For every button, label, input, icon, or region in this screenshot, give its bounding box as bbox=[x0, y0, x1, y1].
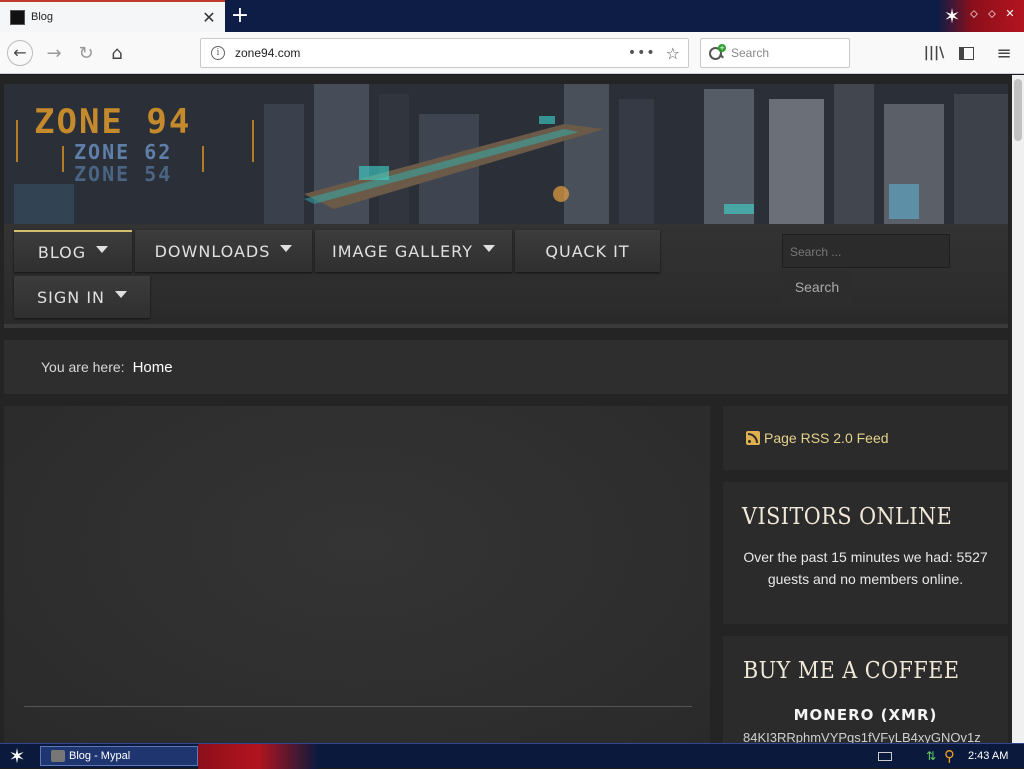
search-placeholder: Search bbox=[731, 46, 770, 60]
coffee-title: BUY ME A COFFEE bbox=[743, 658, 960, 684]
visitors-module: VISITORS ONLINE Over the past 15 minutes… bbox=[723, 482, 1008, 624]
breadcrumb-home-link[interactable]: Home bbox=[133, 359, 173, 376]
back-button[interactable]: ← bbox=[6, 39, 34, 67]
site-logo: ZONE 94 bbox=[34, 102, 192, 142]
url-bar[interactable]: i zone94.com ••• ☆ bbox=[200, 38, 689, 68]
start-menu-icon[interactable]: ✶ bbox=[6, 745, 28, 767]
menu-button[interactable]: ≡ bbox=[990, 39, 1018, 67]
tab-title: Blog bbox=[31, 11, 54, 23]
caret-down-icon bbox=[482, 244, 495, 252]
keyboard-icon[interactable] bbox=[878, 752, 892, 761]
close-tab-icon[interactable]: ✕ bbox=[199, 7, 219, 27]
tab-strip: Blog ✕ + ⬦ ⬦ ✕ ✶ bbox=[0, 0, 1024, 32]
menu-item-image-gallery[interactable]: IMAGE GALLERY bbox=[315, 230, 512, 272]
site-search-placeholder: Search ... bbox=[790, 245, 842, 259]
site-banner[interactable]: ZONE 94 ZONE 62 ZONE 54 bbox=[4, 84, 1008, 224]
star-logo-icon: ✶ bbox=[943, 4, 961, 28]
forward-button[interactable]: → bbox=[40, 39, 68, 67]
search-add-icon: + bbox=[718, 44, 726, 52]
menu-item-quack-it[interactable]: QUACK IT bbox=[515, 230, 660, 272]
site-logo-sub2: ZONE 54 bbox=[74, 162, 173, 186]
coffee-module: BUY ME A COFFEE MONERO (XMR) 84KI3RRphmV… bbox=[723, 636, 1008, 743]
browser-tab[interactable]: Blog ✕ bbox=[0, 0, 225, 32]
menu-item-label: DOWNLOADS bbox=[154, 241, 271, 261]
caret-down-icon bbox=[115, 290, 127, 298]
web-page: ZONE 94 ZONE 62 ZONE 54 BLOG DOWNLOADS I… bbox=[0, 75, 1012, 743]
caret-down-icon bbox=[280, 244, 293, 252]
breadcrumb-label: You are here: bbox=[41, 359, 125, 375]
menu-item-label: IMAGE GALLERY bbox=[332, 241, 473, 261]
clock[interactable]: 2:43 AM bbox=[968, 750, 1008, 762]
menu-item-label: BLOG bbox=[37, 242, 87, 262]
library-icon: |||\ bbox=[923, 45, 945, 61]
sidebar-button[interactable] bbox=[952, 39, 980, 67]
back-arrow-icon: ← bbox=[7, 40, 33, 66]
browser-search-field[interactable]: + Search bbox=[700, 38, 850, 68]
site-search-input[interactable]: Search ... bbox=[782, 234, 950, 268]
rss-module: Page RSS 2.0 Feed bbox=[723, 406, 1008, 470]
main-menu: BLOG DOWNLOADS IMAGE GALLERY QUACK IT SI… bbox=[4, 224, 1008, 328]
home-icon: ⌂ bbox=[111, 42, 123, 64]
tray-search-icon[interactable]: ⚲ bbox=[944, 747, 955, 765]
close-window-icon[interactable]: ✕ bbox=[1004, 8, 1016, 20]
page-actions-icon[interactable]: ••• bbox=[628, 45, 656, 61]
reload-icon: ↻ bbox=[78, 42, 94, 64]
home-button[interactable]: ⌂ bbox=[103, 39, 131, 67]
hamburger-menu-icon: ≡ bbox=[996, 42, 1012, 64]
taskbar-decoration bbox=[198, 744, 318, 769]
taskbar-window-label: Blog - Mypal bbox=[69, 750, 131, 762]
content-divider bbox=[24, 706, 692, 707]
navigation-toolbar: ← → ↻ ⌂ i zone94.com ••• ☆ + Search |||\… bbox=[0, 32, 1024, 74]
sidebar-icon bbox=[958, 46, 974, 60]
site-search-button[interactable]: Search bbox=[782, 270, 852, 304]
taskbar-window-button[interactable]: Blog - Mypal bbox=[40, 746, 198, 766]
taskbar: ✶ Blog - Mypal ⇅ ⚲ 2:43 AM bbox=[0, 743, 1024, 769]
rss-icon bbox=[746, 431, 760, 445]
minimize-icon[interactable]: ⬦ bbox=[968, 8, 980, 20]
main-content-area bbox=[4, 406, 710, 743]
network-icon[interactable]: ⇅ bbox=[926, 749, 936, 763]
favicon-icon bbox=[10, 9, 25, 25]
visitors-text: Over the past 15 minutes we had: 5527 gu… bbox=[743, 549, 988, 587]
caret-down-icon bbox=[96, 245, 109, 253]
bookmark-star-icon[interactable]: ☆ bbox=[666, 44, 680, 63]
monero-address[interactable]: 84KI3RRphmVYPqs1fVFyLB4xyGNOv1z bbox=[743, 730, 981, 743]
info-icon[interactable]: i bbox=[211, 46, 225, 60]
library-button[interactable]: |||\ bbox=[920, 39, 948, 67]
forward-arrow-icon: → bbox=[46, 42, 62, 64]
url-text[interactable]: zone94.com bbox=[235, 46, 628, 60]
menu-item-sign-in[interactable]: SIGN IN bbox=[14, 276, 150, 318]
menu-item-downloads[interactable]: DOWNLOADS bbox=[135, 230, 312, 272]
site-logo-sub1: ZONE 62 bbox=[74, 140, 173, 164]
new-tab-button[interactable]: + bbox=[228, 4, 252, 28]
scrollbar-thumb[interactable] bbox=[1014, 79, 1022, 141]
breadcrumb: You are here: Home bbox=[4, 340, 1008, 394]
menu-item-blog[interactable]: BLOG bbox=[14, 230, 132, 272]
browser-app-icon bbox=[51, 750, 65, 762]
reload-button[interactable]: ↻ bbox=[72, 39, 100, 67]
search-icon: + bbox=[709, 44, 726, 61]
coffee-subtitle: MONERO (XMR) bbox=[793, 706, 938, 724]
maximize-icon[interactable]: ⬦ bbox=[986, 8, 998, 20]
visitors-title: VISITORS ONLINE bbox=[742, 504, 953, 530]
page-scrollbar[interactable] bbox=[1012, 75, 1024, 743]
menu-item-label: SIGN IN bbox=[36, 287, 105, 307]
menu-item-label: QUACK IT bbox=[545, 241, 630, 261]
rss-feed-link[interactable]: Page RSS 2.0 Feed bbox=[764, 430, 889, 446]
